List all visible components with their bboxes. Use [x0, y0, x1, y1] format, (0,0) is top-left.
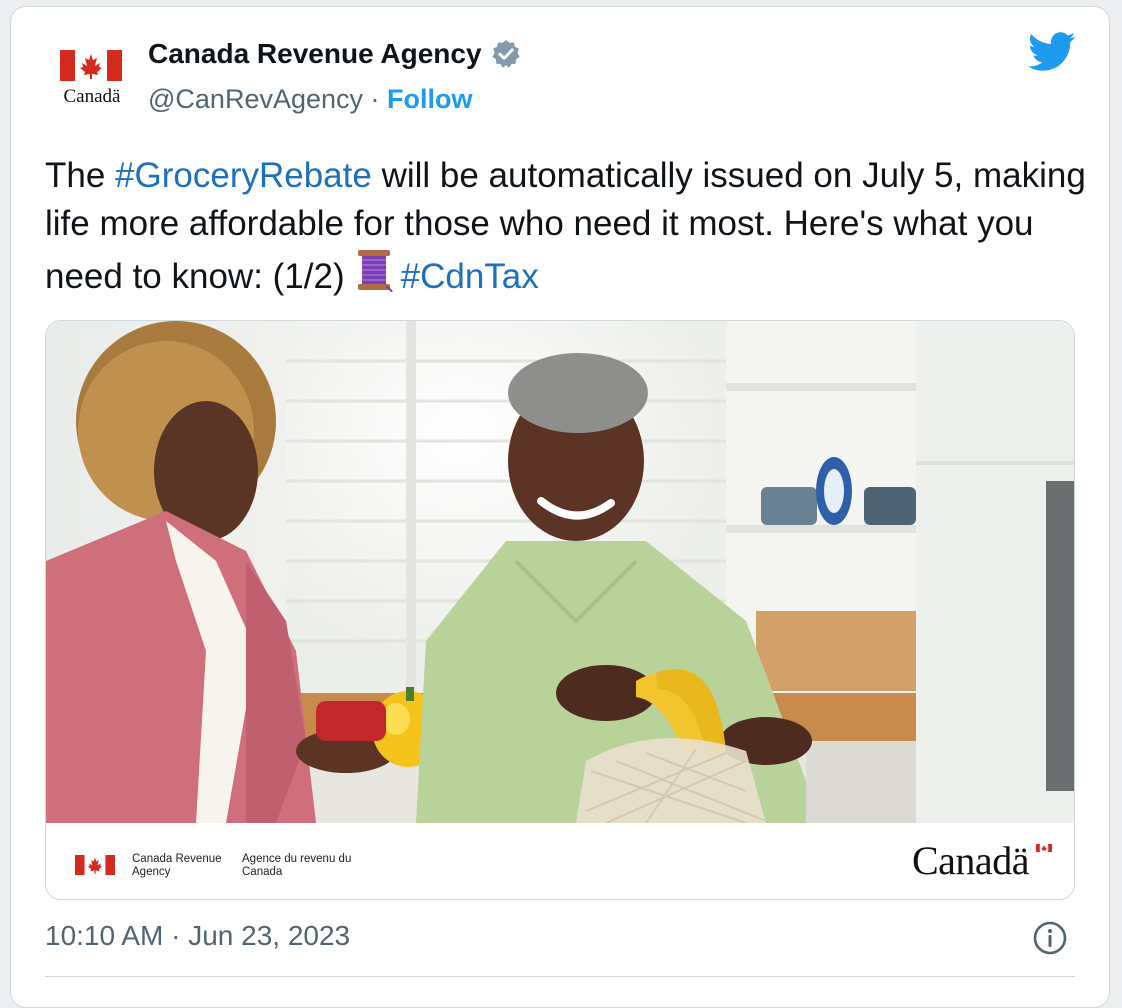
tweet-text-part1: The [45, 156, 116, 195]
spool-of-thread-icon [357, 250, 393, 292]
info-icon[interactable] [1032, 920, 1068, 956]
media-photo[interactable] [46, 321, 1074, 823]
canada-flag-icon [75, 855, 115, 875]
follow-button[interactable]: Follow [387, 84, 472, 114]
tweet-timestamp[interactable]: 10:10 AM · Jun 23, 2023 [45, 920, 350, 952]
twitter-bird-icon[interactable] [1028, 32, 1076, 72]
canada-wordmark: Canadä [912, 837, 1052, 884]
canada-flag-icon [1036, 844, 1052, 852]
tweet-time: 10:10 AM [45, 920, 164, 951]
author-handle[interactable]: @CanRevAgency [148, 84, 363, 114]
canada-flag-icon [60, 50, 122, 81]
agency-name-english: Canada Revenue Agency [132, 853, 222, 878]
hashtag-cdn-tax[interactable]: #CdnTax [401, 257, 539, 296]
tweet-date: Jun 23, 2023 [188, 920, 351, 951]
canada-wordmark-text: Canadä [912, 838, 1029, 883]
author-display-name[interactable]: Canada Revenue Agency [148, 38, 482, 70]
hashtag-grocery-rebate[interactable]: #GroceryRebate [115, 156, 372, 195]
author-name-row: Canada Revenue Agency [148, 38, 522, 70]
verified-badge-icon [491, 40, 520, 68]
avatar[interactable]: Canadä [46, 36, 134, 118]
handle-separator: · [370, 84, 388, 114]
tweet-media[interactable]: Canada Revenue Agency Agence du revenu d… [45, 320, 1075, 900]
agency-name-french: Agence du revenu du Canada [242, 853, 352, 878]
media-footer: Canada Revenue Agency Agence du revenu d… [46, 823, 1074, 899]
timestamp-separator: · [171, 920, 189, 951]
avatar-wordmark: Canadä [63, 86, 121, 107]
tweet-text: The #GroceryRebate will be automatically… [45, 152, 1095, 301]
author-handle-row: @CanRevAgency · Follow [148, 84, 473, 115]
divider [45, 976, 1075, 977]
